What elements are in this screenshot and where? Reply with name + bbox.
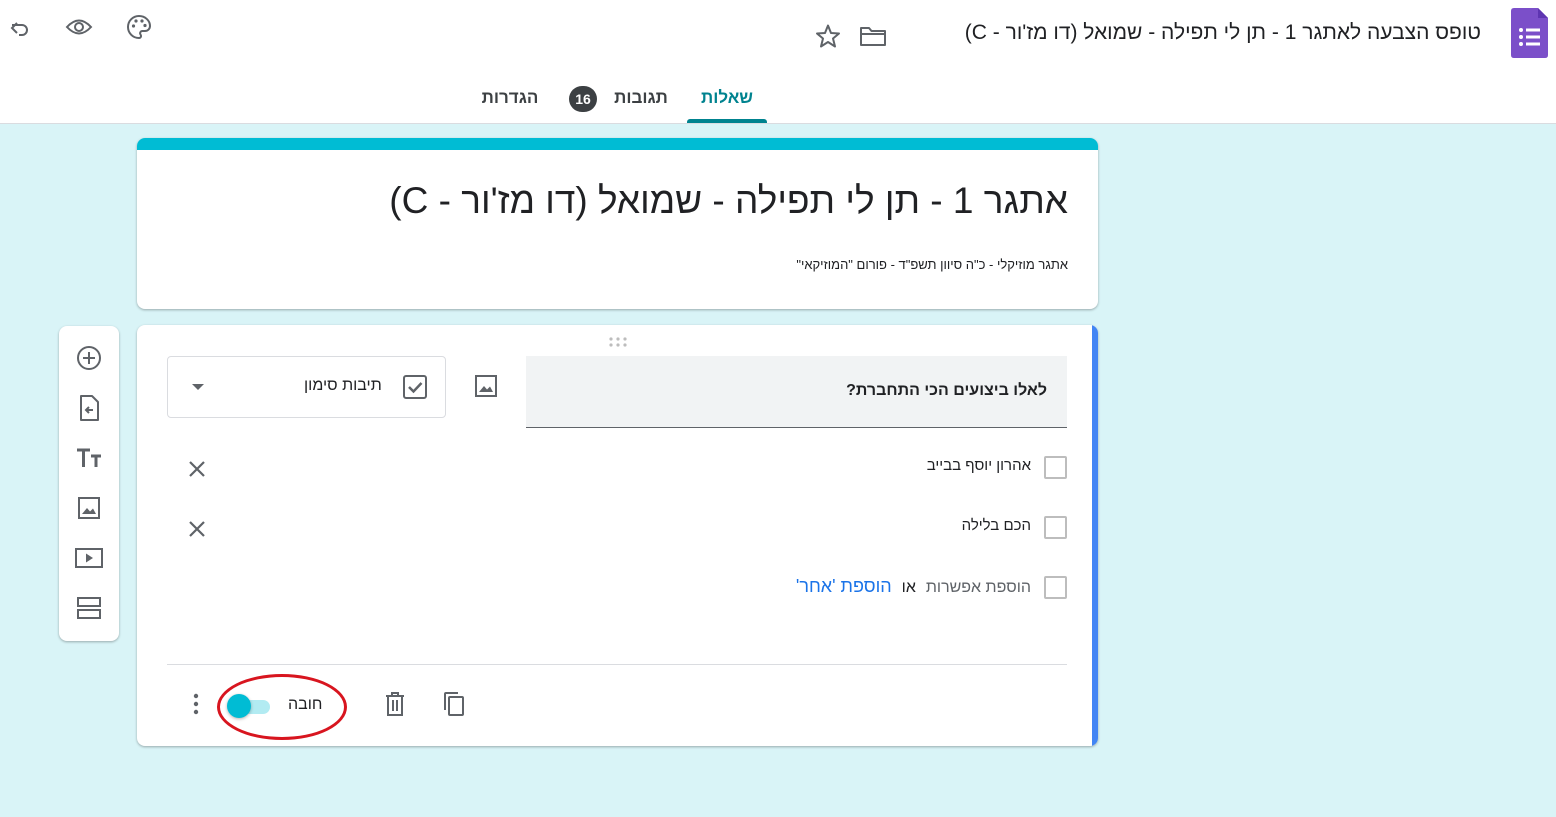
star-icon[interactable] bbox=[812, 20, 844, 52]
add-option-button[interactable]: הוספת אפשרות bbox=[926, 579, 1031, 596]
add-video-icon[interactable] bbox=[73, 542, 105, 574]
tab-active-indicator bbox=[687, 119, 767, 123]
top-bar: טופס הצבעה לאתגר 1 - תן לי תפילה - שמואל… bbox=[0, 0, 1556, 124]
add-image-icon[interactable] bbox=[73, 492, 105, 524]
question-type-label: תיבות סימון bbox=[304, 377, 382, 394]
add-title-icon[interactable] bbox=[73, 442, 105, 474]
form-header-title[interactable]: אתגר 1 - תן לי תפילה - שמואל (דו מז'ור -… bbox=[389, 180, 1068, 222]
active-question-indicator bbox=[1092, 325, 1098, 746]
form-header-description[interactable]: אתגר מוזיקלי - כ"ה סיוון תשפ"ד - פורום "… bbox=[796, 257, 1068, 272]
form-header-card[interactable] bbox=[137, 138, 1098, 309]
delete-icon[interactable] bbox=[379, 688, 411, 720]
question-type-dropdown[interactable]: תיבות סימון bbox=[167, 356, 446, 418]
option-checkbox[interactable] bbox=[1044, 456, 1067, 479]
option-label[interactable]: הכם בלילה bbox=[962, 517, 1031, 534]
add-question-image-icon[interactable] bbox=[470, 370, 502, 402]
checkbox-type-icon bbox=[402, 374, 428, 400]
option-row: אהרון יוסף בבייב bbox=[167, 447, 1067, 487]
add-option-row: הוספת אפשרות או הוספת 'אחר' bbox=[167, 567, 1067, 607]
add-question-icon[interactable] bbox=[73, 342, 105, 374]
option-checkbox[interactable] bbox=[1044, 516, 1067, 539]
forms-app-icon bbox=[1511, 8, 1548, 58]
undo-icon[interactable] bbox=[4, 12, 36, 44]
option-row: הכם בלילה bbox=[167, 507, 1067, 547]
chevron-down-icon bbox=[192, 384, 204, 390]
eye-icon[interactable] bbox=[63, 11, 95, 43]
tab-settings[interactable]: הגדרות bbox=[468, 88, 552, 124]
toggle-knob bbox=[227, 694, 251, 718]
header-color-strip bbox=[137, 138, 1098, 150]
add-option-controls: הוספת אפשרות או הוספת 'אחר' bbox=[796, 576, 1031, 597]
tab-responses[interactable]: תגובות bbox=[605, 88, 677, 124]
more-options-icon[interactable] bbox=[180, 688, 212, 720]
add-section-icon[interactable] bbox=[73, 592, 105, 624]
remove-option-icon[interactable] bbox=[181, 513, 213, 545]
question-title-field[interactable]: לאלו ביצועים הכי התחברת? bbox=[526, 356, 1067, 428]
or-label: או bbox=[901, 579, 916, 596]
side-toolbar bbox=[59, 326, 119, 641]
footer-divider bbox=[167, 664, 1067, 665]
duplicate-icon[interactable] bbox=[438, 688, 470, 720]
form-title[interactable]: טופס הצבעה לאתגר 1 - תן לי תפילה - שמואל… bbox=[965, 21, 1481, 45]
required-toggle[interactable] bbox=[226, 694, 274, 718]
import-questions-icon[interactable] bbox=[73, 392, 105, 424]
responses-count-badge: 16 bbox=[569, 86, 597, 112]
question-card[interactable]: לאלו ביצועים הכי התחברת? תיבות סימון אהר… bbox=[137, 325, 1098, 746]
drag-handle-icon[interactable] bbox=[608, 336, 628, 348]
folder-icon[interactable] bbox=[857, 20, 889, 52]
option-label[interactable]: אהרון יוסף בבייב bbox=[927, 457, 1031, 474]
question-title: לאלו ביצועים הכי התחברת? bbox=[846, 382, 1047, 399]
option-checkbox bbox=[1044, 576, 1067, 599]
palette-icon[interactable] bbox=[123, 11, 155, 43]
remove-option-icon[interactable] bbox=[181, 453, 213, 485]
add-other-link[interactable]: הוספת 'אחר' bbox=[796, 576, 892, 596]
required-label: חובה bbox=[288, 696, 323, 713]
